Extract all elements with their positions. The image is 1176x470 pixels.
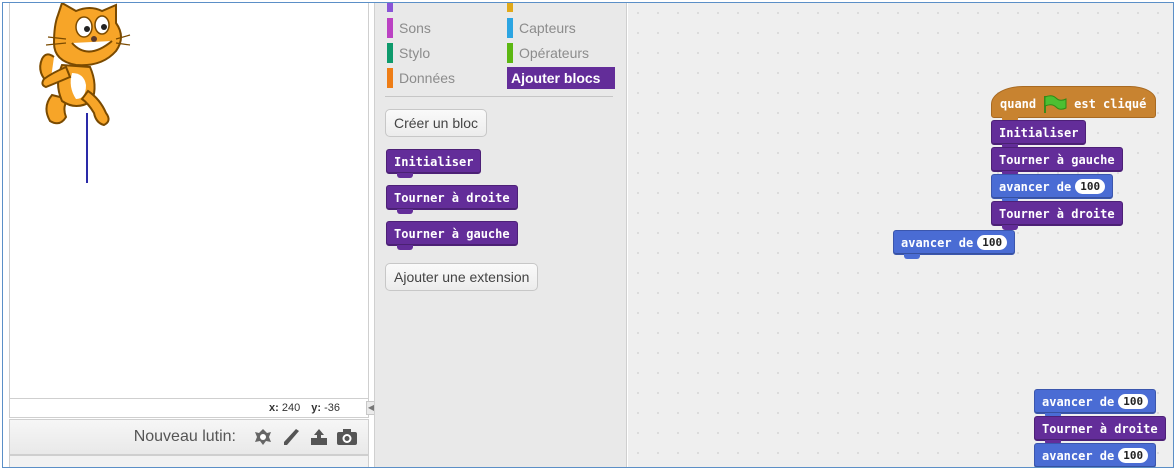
category-label: Ajouter blocs (511, 70, 601, 86)
choose-sprite-icon[interactable] (252, 426, 274, 448)
steps-input[interactable]: 100 (1118, 448, 1149, 463)
sprite-list (9, 455, 369, 467)
block-label: avancer de (999, 179, 1072, 194)
category-label: Stylo (399, 45, 431, 61)
category-more-blocks[interactable]: Ajouter blocs (507, 67, 615, 89)
category-label: Capteurs (519, 20, 576, 36)
palette-block-tourner-gauche[interactable]: Tourner à gauche (386, 221, 518, 250)
when-flag-clicked-block[interactable]: quand est cliqué (991, 86, 1156, 122)
x-coord-label: x: (268, 402, 279, 414)
block-label: avancer de (1042, 448, 1115, 463)
category-sounds[interactable]: Sons (387, 17, 431, 39)
block-label: Tourner à droite (1042, 421, 1158, 436)
bottom-block-avancer-1[interactable]: avancer de 100 (1034, 389, 1157, 418)
category-sensing[interactable]: Capteurs (507, 17, 576, 39)
category-label: Opérateurs (519, 45, 590, 61)
hat-suffix-label: est cliqué (1074, 97, 1147, 111)
create-block-button[interactable]: Créer un bloc (385, 109, 488, 137)
block-label: Tourner à droite (394, 190, 510, 205)
block-label: avancer de (1042, 394, 1115, 409)
category-control-cutoff[interactable] (507, 3, 519, 13)
steps-input[interactable]: 100 (1118, 394, 1149, 409)
upload-sprite-icon[interactable] (308, 426, 330, 448)
script-block-tourner-gauche[interactable]: Tourner à gauche (991, 147, 1123, 176)
bottom-block-tourner-droite[interactable]: Tourner à droite (1034, 416, 1166, 445)
new-sprite-label: Nouveau lutin: (133, 428, 236, 445)
bottom-block-avancer-2[interactable]: avancer de 100 (1034, 443, 1157, 467)
cat-sprite[interactable] (32, 3, 132, 133)
block-label: Initialiser (999, 125, 1079, 140)
block-palette: Sons Stylo Données Capteurs Opérateurs A… (374, 3, 627, 467)
block-label: Tourner à gauche (394, 226, 510, 241)
category-color-bar (507, 18, 513, 38)
category-color-bar (507, 43, 513, 63)
add-extension-button[interactable]: Ajouter une extension (385, 263, 539, 291)
block-label: Initialiser (394, 154, 474, 169)
hat-prefix-label: quand (1000, 97, 1037, 111)
palette-block-initialiser[interactable]: Initialiser (386, 149, 482, 178)
category-operators[interactable]: Opérateurs (507, 42, 589, 64)
script-block-initialiser[interactable]: Initialiser (991, 120, 1087, 149)
category-looks-cutoff[interactable] (387, 3, 399, 13)
block-label: Tourner à droite (999, 206, 1115, 221)
mouse-coordinates: x: 240 y: -36 (9, 398, 369, 418)
create-block-label: Créer un bloc (394, 115, 479, 131)
steps-input[interactable]: 100 (1075, 179, 1106, 194)
category-pen[interactable]: Stylo (387, 42, 430, 64)
block-label: Tourner à gauche (999, 152, 1115, 167)
camera-icon[interactable] (336, 426, 358, 448)
category-label: Sons (399, 20, 431, 36)
loose-block-avancer[interactable]: avancer de 100 (893, 230, 1016, 259)
category-color-bar (387, 43, 393, 63)
category-data[interactable]: Données (387, 67, 455, 89)
new-sprite-bar: Nouveau lutin: (9, 419, 369, 455)
y-coord-label: y: (311, 402, 322, 414)
paint-sprite-icon[interactable] (280, 426, 302, 448)
block-label: avancer de (901, 235, 974, 250)
category-color-bar (387, 18, 393, 38)
script-block-tourner-droite[interactable]: Tourner à droite (991, 201, 1123, 230)
x-coord-value: 240 (281, 402, 301, 414)
steps-input[interactable]: 100 (977, 235, 1008, 250)
add-extension-label: Ajouter une extension (394, 269, 530, 285)
stage[interactable] (9, 3, 369, 398)
y-coord-value: -36 (324, 402, 340, 414)
palette-divider (385, 96, 613, 97)
category-label: Données (399, 70, 456, 86)
category-color-bar (387, 68, 393, 88)
green-flag-icon (1044, 95, 1067, 113)
scratch-editor: x: 240 y: -36 ◀ Nouveau lutin: Sons Styl… (2, 2, 1174, 468)
script-block-avancer[interactable]: avancer de 100 (991, 174, 1114, 203)
palette-block-tourner-droite[interactable]: Tourner à droite (386, 185, 518, 214)
